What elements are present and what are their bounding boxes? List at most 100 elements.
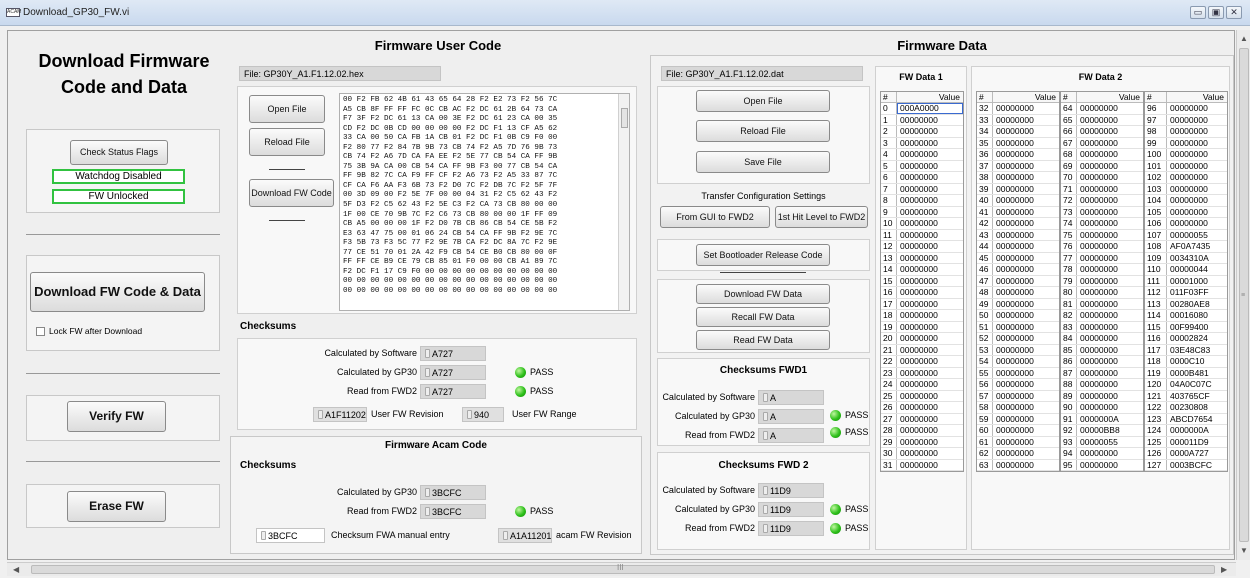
row-value[interactable]: 00000000 <box>993 184 1059 195</box>
first-hit-level-to-fwd2-button[interactable]: 1st Hit Level to FWD2 <box>775 206 868 228</box>
row-value[interactable]: 00000000 <box>1167 161 1227 172</box>
row-value[interactable]: 00016080 <box>1167 310 1227 321</box>
row-value[interactable]: 00000000 <box>1077 276 1143 287</box>
row-value[interactable]: 011F03FF <box>1167 287 1227 298</box>
table-row[interactable]: 22 00000000 <box>881 356 963 368</box>
from-gui-to-fwd2-button[interactable]: From GUI to FWD2 <box>660 206 770 228</box>
row-value[interactable]: 00000000 <box>897 172 963 183</box>
erase-fw-button[interactable]: Erase FW <box>67 491 166 522</box>
row-value[interactable]: 00000000 <box>993 103 1059 114</box>
table-row[interactable]: 47 00000000 <box>977 275 1059 287</box>
row-value[interactable]: 00000000 <box>897 368 963 379</box>
table-row[interactable]: 75 00000000 <box>1061 229 1143 241</box>
row-value[interactable]: 00000000 <box>1077 299 1143 310</box>
row-value[interactable]: 00000000 <box>1077 448 1143 459</box>
row-value[interactable]: 00000000 <box>897 115 963 126</box>
table-row[interactable]: 16 00000000 <box>881 287 963 299</box>
row-value[interactable]: 00000055 <box>1167 230 1227 241</box>
row-value[interactable]: 00000000 <box>897 356 963 367</box>
table-row[interactable]: 111 00001000 <box>1145 275 1227 287</box>
table-row[interactable]: 107 00000055 <box>1145 229 1227 241</box>
table-row[interactable]: 95 00000000 <box>1061 459 1143 471</box>
row-value[interactable]: 00000000 <box>993 126 1059 137</box>
row-value[interactable]: 00002824 <box>1167 333 1227 344</box>
table-row[interactable]: 127 0003BCFC <box>1145 459 1227 471</box>
data-open-file-button[interactable]: Open File <box>696 90 830 112</box>
row-value[interactable]: 00000000 <box>1077 218 1143 229</box>
row-value[interactable]: 00000000 <box>1077 230 1143 241</box>
table-row[interactable]: 48 00000000 <box>977 287 1059 299</box>
row-value[interactable]: 00000000 <box>993 460 1059 471</box>
row-value[interactable]: 00000000 <box>993 425 1059 436</box>
row-value[interactable]: 00000000 <box>993 345 1059 356</box>
row-value[interactable]: 00000000 <box>993 138 1059 149</box>
row-value[interactable]: 00000000 <box>993 402 1059 413</box>
table-row[interactable]: 64 00000000 <box>1061 103 1143 115</box>
row-value[interactable]: 00000000 <box>897 184 963 195</box>
row-value[interactable]: 00000000 <box>993 195 1059 206</box>
vertical-scrollbar[interactable]: ▲ ≡ ▼ <box>1236 30 1250 560</box>
row-value[interactable]: 00000000 <box>1077 460 1143 471</box>
table-row[interactable]: 46 00000000 <box>977 264 1059 276</box>
table-row[interactable]: 25 00000000 <box>881 390 963 402</box>
table-row[interactable]: 82 00000000 <box>1061 310 1143 322</box>
table-row[interactable]: 35 00000000 <box>977 137 1059 149</box>
table-row[interactable]: 40 00000000 <box>977 195 1059 207</box>
table-row[interactable]: 71 00000000 <box>1061 183 1143 195</box>
user-fw-revision-value[interactable]: A1F11202 <box>313 407 367 422</box>
row-value[interactable]: 00000000 <box>993 287 1059 298</box>
table-row[interactable]: 15 00000000 <box>881 275 963 287</box>
table-row[interactable]: 121 403765CF <box>1145 390 1227 402</box>
row-value[interactable]: 00000000 <box>993 368 1059 379</box>
row-value[interactable]: 00001000 <box>1167 276 1227 287</box>
table-row[interactable]: 123 ABCD7654 <box>1145 413 1227 425</box>
row-value[interactable]: 00000000 <box>1077 253 1143 264</box>
table-row[interactable]: 57 00000000 <box>977 390 1059 402</box>
table-row[interactable]: 44 00000000 <box>977 241 1059 253</box>
row-value[interactable]: 00000000 <box>897 322 963 333</box>
row-value[interactable]: 00000000 <box>1167 103 1227 114</box>
table-row[interactable]: 6 00000000 <box>881 172 963 184</box>
table-row[interactable]: 80 00000000 <box>1061 287 1143 299</box>
row-value[interactable]: 00000000 <box>1077 356 1143 367</box>
table-row[interactable]: 33 00000000 <box>977 114 1059 126</box>
table-row[interactable]: 91 0000000A <box>1061 413 1143 425</box>
table-row[interactable]: 100 00000000 <box>1145 149 1227 161</box>
row-value[interactable]: 00000000 <box>1167 149 1227 160</box>
check-status-flags-button[interactable]: Check Status Flags <box>70 140 168 165</box>
row-value[interactable]: 00000000 <box>897 126 963 137</box>
table-row[interactable]: 67 00000000 <box>1061 137 1143 149</box>
table-row[interactable]: 124 0000000A <box>1145 425 1227 437</box>
row-value[interactable]: 00000000 <box>897 437 963 448</box>
row-value[interactable]: 00F99400 <box>1167 322 1227 333</box>
row-value[interactable]: 00000000 <box>993 379 1059 390</box>
row-value[interactable]: 00000000 <box>993 437 1059 448</box>
verify-fw-button[interactable]: Verify FW <box>67 401 166 432</box>
row-value[interactable]: 00000000 <box>1167 207 1227 218</box>
row-value[interactable]: 00000000 <box>1077 149 1143 160</box>
maximize-button[interactable]: ▣ <box>1208 6 1224 19</box>
table-row[interactable]: 69 00000000 <box>1061 160 1143 172</box>
row-value[interactable]: 00000000 <box>897 287 963 298</box>
row-value[interactable]: 00000055 <box>1077 437 1143 448</box>
row-value[interactable]: 0000000A <box>1167 425 1227 436</box>
table-row[interactable]: 73 00000000 <box>1061 206 1143 218</box>
row-value[interactable]: 00000000 <box>897 149 963 160</box>
hex-code-viewer[interactable]: 00 F2 FB 62 4B 61 43 65 64 28 F2 E2 73 F… <box>339 93 630 311</box>
table-row[interactable]: 39 00000000 <box>977 183 1059 195</box>
table-row[interactable]: 54 00000000 <box>977 356 1059 368</box>
row-value[interactable]: 00000000 <box>993 264 1059 275</box>
table-row[interactable]: 84 00000000 <box>1061 333 1143 345</box>
row-value[interactable]: 0000C10 <box>1167 356 1227 367</box>
row-value[interactable]: 00000000 <box>993 149 1059 160</box>
table-row[interactable]: 58 00000000 <box>977 402 1059 414</box>
row-value[interactable]: 00000000 <box>1077 287 1143 298</box>
table-row[interactable]: 103 00000000 <box>1145 183 1227 195</box>
table-row[interactable]: 14 00000000 <box>881 264 963 276</box>
row-value[interactable]: 00000000 <box>1077 264 1143 275</box>
user-fw-range-value[interactable]: 940 <box>462 407 504 422</box>
row-value[interactable]: 00000000 <box>1077 195 1143 206</box>
table-row[interactable]: 8 00000000 <box>881 195 963 207</box>
row-value[interactable]: 00000000 <box>993 391 1059 402</box>
row-value[interactable]: 00000000 <box>897 241 963 252</box>
